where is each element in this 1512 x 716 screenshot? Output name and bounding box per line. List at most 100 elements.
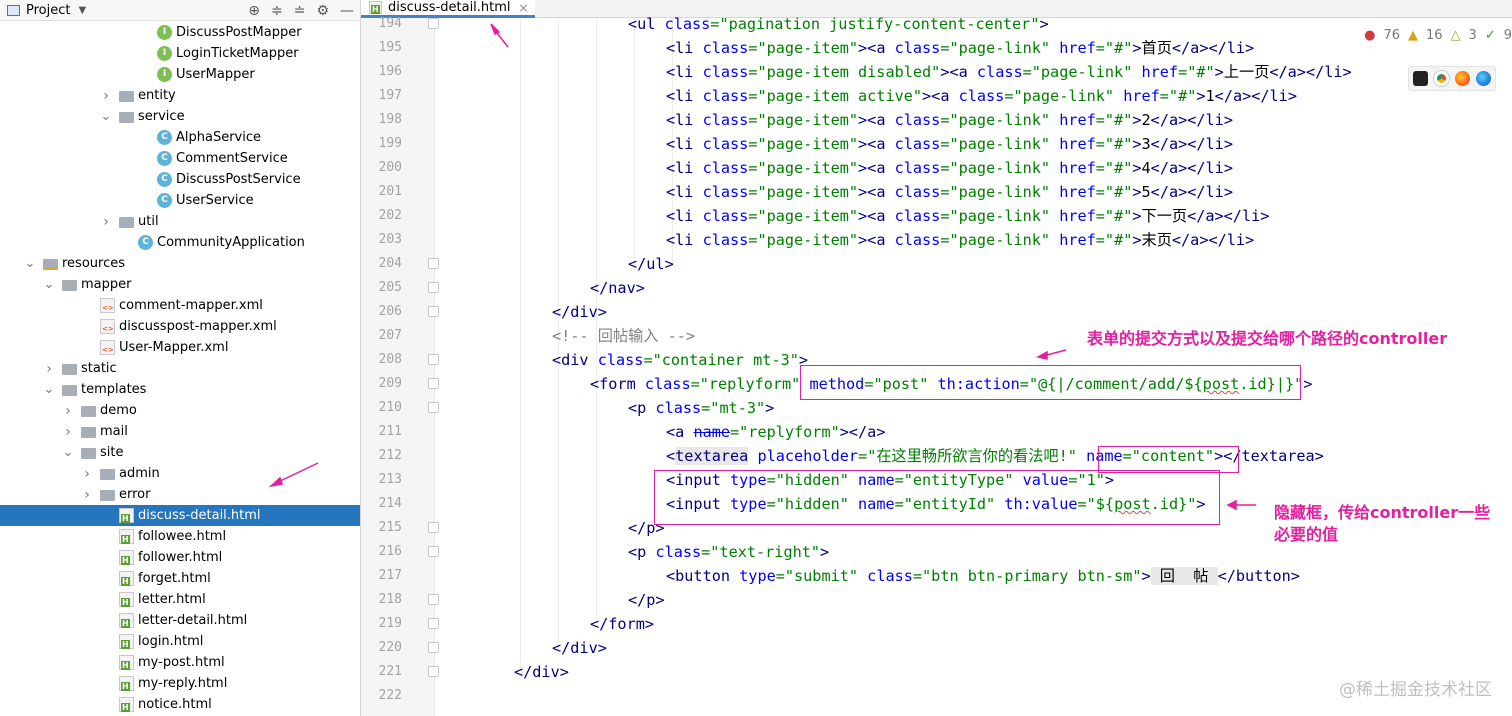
code-line-200: <li class="page-item"><a class="page-lin… [666, 159, 1233, 177]
tree-item[interactable]: follower.html [0, 547, 360, 568]
error-count: 76 [1383, 28, 1400, 43]
intellij-browser-icon[interactable] [1413, 71, 1428, 86]
chevron-right-icon[interactable]: › [100, 214, 112, 230]
tree-item[interactable]: ⌄ site [0, 442, 360, 463]
tree-item[interactable]: comment-mapper.xml [0, 295, 360, 316]
chevron-right-icon[interactable]: › [81, 466, 93, 482]
tree-item[interactable]: letter-detail.html [0, 610, 360, 631]
code-line-211: <a name="replyform"></a> [666, 423, 886, 441]
editor-tab-label: discuss-detail.html [388, 0, 511, 15]
close-icon[interactable]: × [519, 1, 529, 15]
code-line-208: <div class="container mt-3"> [552, 351, 809, 369]
tree-item-label: letter-detail.html [138, 613, 248, 628]
chrome-icon[interactable] [1434, 71, 1449, 86]
chevron-down-icon[interactable]: ⌄ [62, 445, 74, 460]
code-text: 下一页 [1141, 207, 1188, 225]
line-number: 211 [378, 424, 402, 439]
weak-warning-icon: △ [1450, 28, 1461, 43]
line-number: 214 [378, 496, 402, 511]
code-line-206: </div> [552, 303, 607, 321]
chevron-down-icon[interactable]: ⌄ [43, 382, 55, 397]
code-text: 4 [1141, 159, 1151, 177]
chevron-right-icon[interactable]: › [62, 403, 74, 419]
line-number: 210 [378, 400, 402, 415]
gear-icon[interactable]: ⚙ [316, 3, 329, 19]
html-icon [119, 508, 134, 523]
tree-item[interactable]: my-post.html [0, 652, 360, 673]
edge-icon[interactable] [1476, 71, 1491, 86]
chevron-down-icon[interactable]: ▼ [78, 5, 86, 16]
tree-item[interactable]: User-Mapper.xml [0, 337, 360, 358]
tree-item[interactable]: I UserMapper [0, 64, 360, 85]
tree-item[interactable]: ⌄ templates [0, 379, 360, 400]
folder-icon [62, 385, 77, 396]
line-number: 208 [378, 352, 402, 367]
line-number: 215 [378, 520, 402, 535]
chevron-right-icon[interactable]: › [62, 424, 74, 440]
chevron-right-icon[interactable]: › [100, 88, 112, 104]
tree-item-label: DiscussPostService [176, 172, 301, 187]
tree-item[interactable]: I LoginTicketMapper [0, 43, 360, 64]
chevron-down-icon[interactable]: ⌄ [100, 109, 112, 124]
tree-item[interactable]: › util [0, 211, 360, 232]
html-icon [119, 592, 134, 607]
ok-count: 9 [1503, 28, 1512, 43]
tree-item[interactable]: discusspost-mapper.xml [0, 316, 360, 337]
tree-item-label: templates [81, 382, 147, 397]
xml-icon [100, 340, 115, 355]
line-number: 212 [378, 448, 402, 463]
chevron-down-icon[interactable]: ⌄ [24, 256, 36, 271]
tree-item[interactable]: my-reply.html [0, 673, 360, 694]
tree-item[interactable]: › admin [0, 463, 360, 484]
html-icon [119, 634, 134, 649]
line-number: 202 [378, 208, 402, 223]
expand-all-icon[interactable]: ≑ [271, 3, 283, 19]
line-number: 220 [378, 640, 402, 655]
tree-item[interactable]: ⌄ mapper [0, 274, 360, 295]
folder-icon [119, 217, 134, 228]
tree-item-label: LoginTicketMapper [176, 46, 299, 61]
code-text: 首页 [1141, 39, 1172, 57]
check-icon: ✓ [1484, 28, 1496, 43]
tree-item[interactable]: followee.html [0, 526, 360, 547]
tree-item[interactable]: C DiscussPostService [0, 169, 360, 190]
collapse-all-icon[interactable]: ≐ [294, 3, 306, 19]
inspection-widget[interactable]: ● 76 ▲ 16 △ 3 ✓ 9 [1364, 28, 1512, 43]
tree-item-label: discusspost-mapper.xml [119, 319, 277, 334]
content-name-highlight [1098, 446, 1239, 473]
chevron-down-icon[interactable]: ⌄ [43, 277, 55, 292]
tree-item[interactable]: › static [0, 358, 360, 379]
tree-item[interactable]: login.html [0, 631, 360, 652]
chevron-right-icon[interactable]: › [43, 361, 55, 377]
tree-item[interactable]: discuss-detail.html [0, 505, 360, 526]
project-view-selector[interactable]: Project [26, 3, 70, 18]
tree-item-label: login.html [138, 634, 204, 649]
tree-item[interactable]: C UserService [0, 190, 360, 211]
hide-icon[interactable]: — [340, 3, 354, 19]
tree-item[interactable]: ⌄ resources [0, 253, 360, 274]
tree-item[interactable]: notice.html [0, 694, 360, 715]
tree-item[interactable]: › error [0, 484, 360, 505]
code-line-202: <li class="page-item"><a class="page-lin… [666, 207, 1270, 225]
tree-item[interactable]: C CommentService [0, 148, 360, 169]
tree-item[interactable]: › mail [0, 421, 360, 442]
tree-item[interactable]: ⌄ service [0, 106, 360, 127]
browser-popup [1408, 66, 1496, 91]
xml-icon [100, 319, 115, 334]
tree-item[interactable]: › entity [0, 85, 360, 106]
tree-item-label: forget.html [138, 571, 211, 586]
tree-item[interactable]: C CommunityApplication [0, 232, 360, 253]
tree-item[interactable]: forget.html [0, 568, 360, 589]
code-editor: discuss-detail.html × 194195196197198199… [361, 0, 1512, 716]
chevron-right-icon[interactable]: › [81, 487, 93, 503]
folder-icon [81, 406, 96, 417]
tree-item[interactable]: I DiscussPostMapper [0, 22, 360, 43]
tree-item[interactable]: › demo [0, 400, 360, 421]
code-line-207: <!-- 回帖输入 --> [552, 327, 696, 345]
tree-item[interactable]: letter.html [0, 589, 360, 610]
locate-icon[interactable]: ⊕ [248, 3, 260, 19]
warning-icon: ▲ [1407, 28, 1418, 43]
html-icon [119, 655, 134, 670]
firefox-icon[interactable] [1455, 71, 1470, 86]
tree-item[interactable]: C AlphaService [0, 127, 360, 148]
